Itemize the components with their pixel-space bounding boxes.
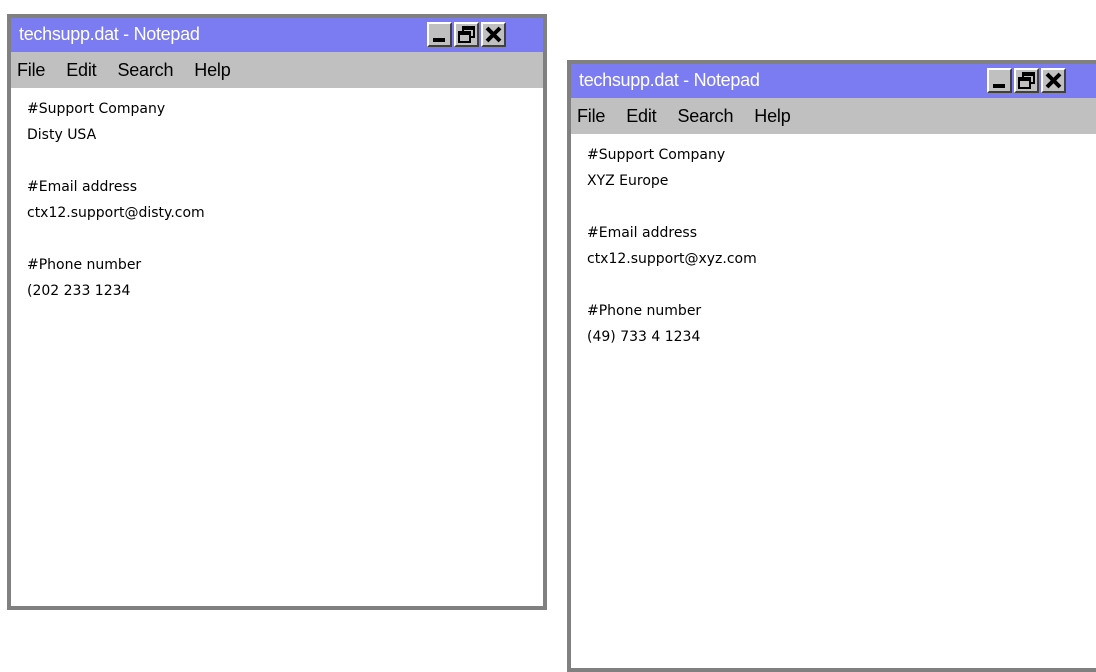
menu-bar: File Edit Search Help [11,52,543,88]
close-icon [485,26,502,43]
email-header-line: #Email address [587,225,698,241]
restore-button[interactable] [1014,68,1039,93]
window-title: techsupp.dat - Notepad [19,24,200,44]
menu-edit[interactable]: Edit [626,106,656,127]
restore-button[interactable] [454,22,479,47]
minimize-button[interactable] [987,68,1012,93]
close-icon [1045,72,1062,89]
text-area[interactable]: #Support Company XYZ Europe #Email addre… [571,134,1096,350]
phone-header-line: #Phone number [587,303,702,319]
window-title: techsupp.dat - Notepad [579,70,760,90]
email-line: ctx12.support@disty.com [27,205,205,221]
menu-file[interactable]: File [17,60,45,81]
menu-bar: File Edit Search Help [571,98,1096,134]
company-line: Disty USA [27,127,97,143]
phone-header-line: #Phone number [27,257,142,273]
title-bar[interactable]: techsupp.dat - Notepad [11,18,543,52]
menu-help[interactable]: Help [194,60,230,81]
menu-help[interactable]: Help [754,106,790,127]
minimize-icon [433,38,445,42]
title-bar[interactable]: techsupp.dat - Notepad [571,64,1096,98]
restore-icon [458,26,475,43]
minimize-button[interactable] [427,22,452,47]
close-button[interactable] [1041,68,1066,93]
company-header-line: #Support Company [27,101,166,117]
restore-icon [1018,72,1035,89]
menu-edit[interactable]: Edit [66,60,96,81]
menu-file[interactable]: File [577,106,605,127]
phone-line: (49) 733 4 1234 [587,329,701,345]
menu-search[interactable]: Search [117,60,173,81]
phone-line: (202 233 1234 [27,283,131,299]
company-line: XYZ Europe [587,173,669,189]
email-line: ctx12.support@xyz.com [587,251,757,267]
email-header-line: #Email address [27,179,138,195]
notepad-window-right: techsupp.dat - Notepad File Edit Search … [567,60,1096,672]
minimize-icon [993,84,1005,88]
close-button[interactable] [481,22,506,47]
menu-search[interactable]: Search [677,106,733,127]
company-header-line: #Support Company [587,147,726,163]
text-area[interactable]: #Support Company Disty USA #Email addres… [11,88,543,304]
notepad-window-left: techsupp.dat - Notepad File Edit Search … [7,14,547,610]
